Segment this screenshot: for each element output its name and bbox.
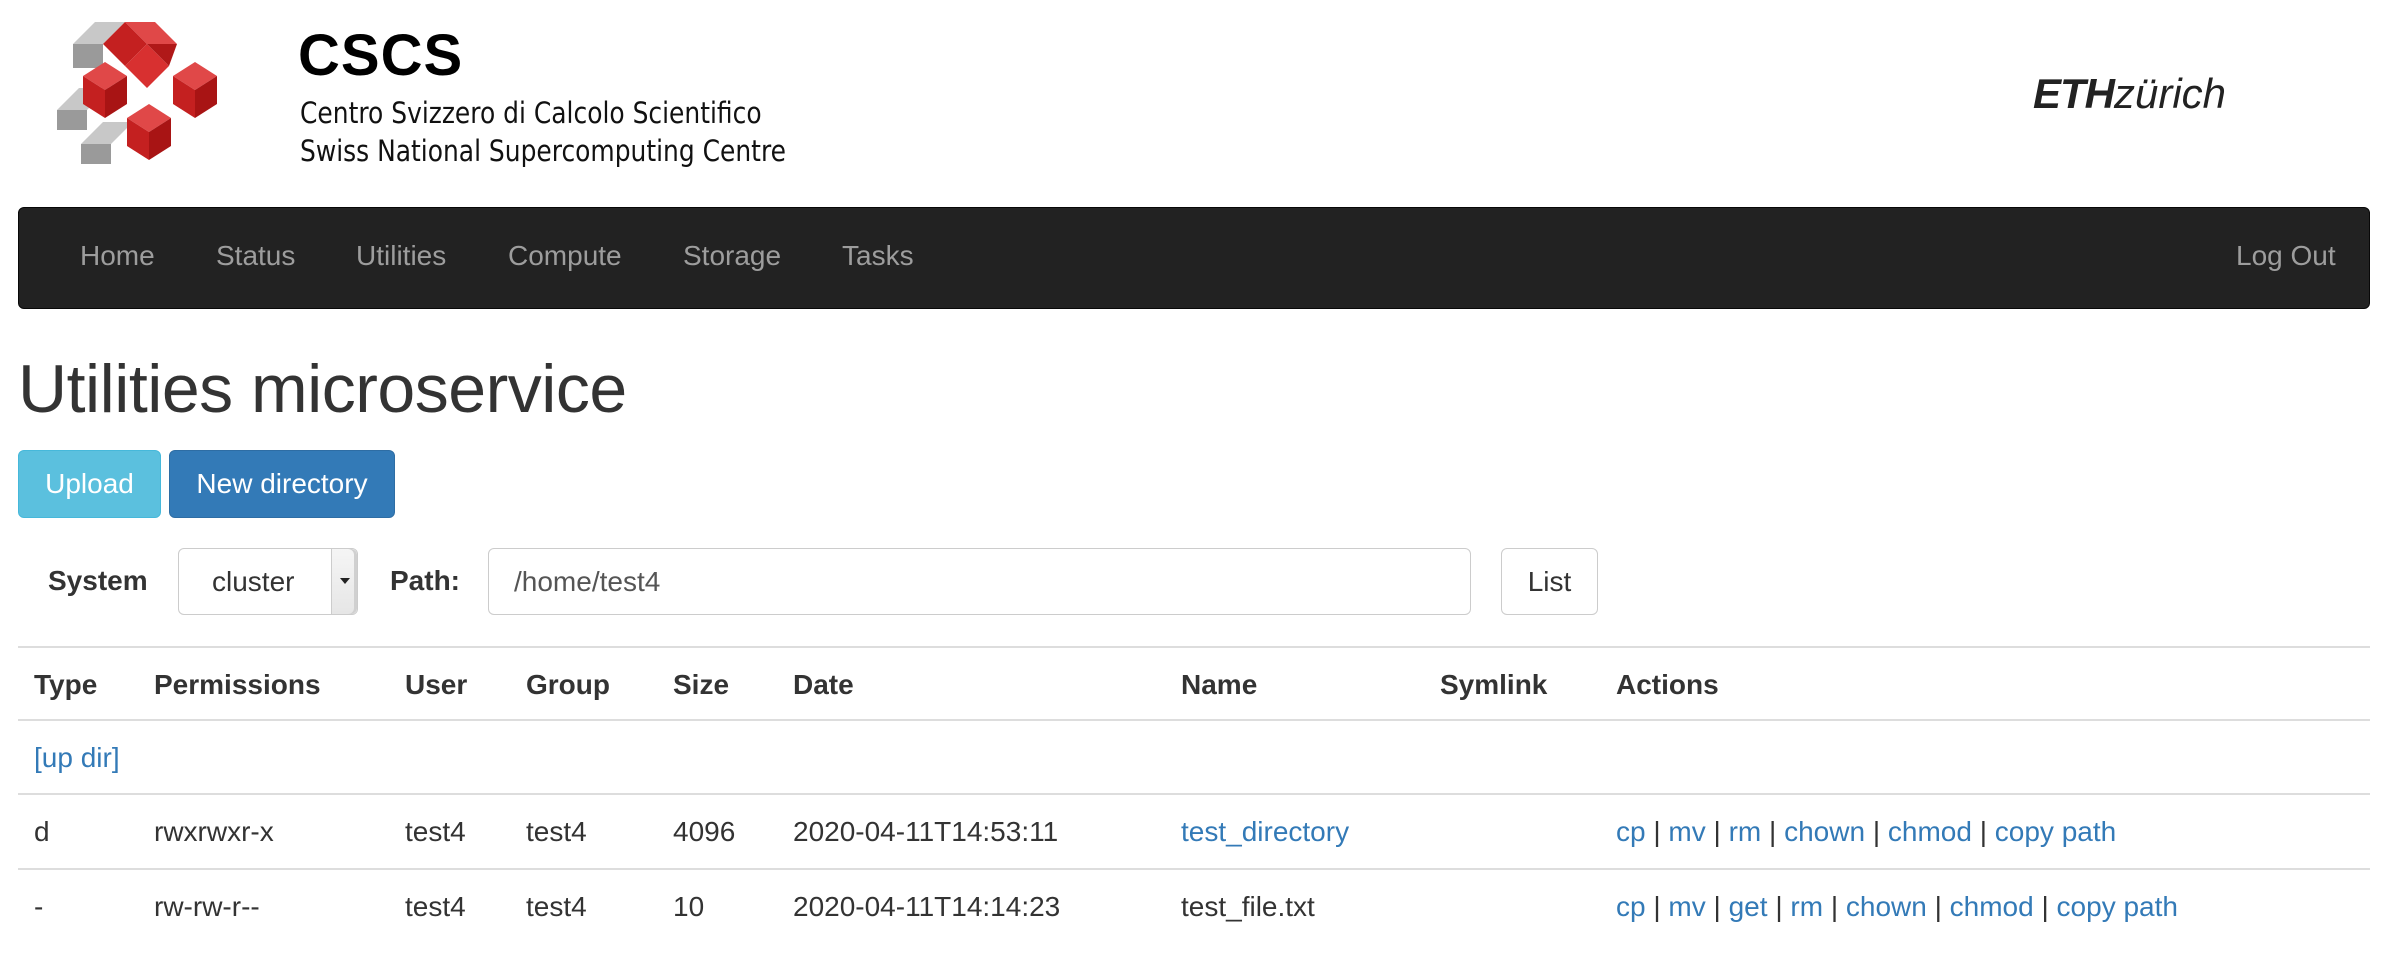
directory-link[interactable]: test_directory <box>1181 816 1349 848</box>
main-navbar: Home Status Utilities Compute Storage Ta… <box>18 207 2370 309</box>
cell-group: test4 <box>526 891 587 922</box>
cell-size: 10 <box>673 891 705 922</box>
cell-permissions: rwxrwxr-x <box>154 816 274 847</box>
nav-compute[interactable]: Compute <box>508 240 622 272</box>
cell-date: 2020-04-11T14:14:23 <box>793 891 1061 922</box>
action-separator: | <box>2041 891 2049 922</box>
cell-type: d <box>34 816 50 847</box>
cscs-logo-icon <box>57 22 217 164</box>
col-header-name: Name <box>1181 669 1258 700</box>
action-separator: | <box>1830 891 1839 922</box>
system-select-value: cluster <box>212 566 295 597</box>
action-separator: | <box>1653 891 1661 922</box>
action-separator: | <box>1713 891 1721 922</box>
action-chmod[interactable]: chmod <box>1950 891 2034 922</box>
cell-group: test4 <box>526 816 587 847</box>
upload-button[interactable]: Upload <box>18 450 161 518</box>
cell-actions: cp | mv | rm | chown | chmod | copy path <box>1616 816 2116 848</box>
action-separator: | <box>1872 816 1881 847</box>
path-label: Path: <box>390 565 460 596</box>
path-input[interactable] <box>488 548 1471 615</box>
col-header-size: Size <box>673 669 730 700</box>
action-cp[interactable]: cp <box>1616 816 1646 847</box>
cell-user: test4 <box>405 816 466 847</box>
col-header-permissions: Permissions <box>154 669 321 700</box>
action-chmod[interactable]: chmod <box>1888 816 1972 847</box>
chevron-down-icon[interactable] <box>331 549 357 614</box>
nav-home[interactable]: Home <box>80 240 155 272</box>
col-header-date: Date <box>793 669 854 700</box>
col-header-type: Type <box>34 669 98 700</box>
nav-logout[interactable]: Log Out <box>2236 240 2336 272</box>
action-cp[interactable]: cp <box>1616 891 1646 922</box>
page: CSCS Centro Svizzero di Calcolo Scientif… <box>0 0 2382 964</box>
action-chown[interactable]: chown <box>1784 816 1865 847</box>
cell-permissions: rw-rw-r-- <box>154 891 260 922</box>
col-header-user: User <box>405 669 468 700</box>
nav-status[interactable]: Status <box>216 240 295 272</box>
eth-zurich-logo: ETHzürich <box>2033 70 2226 118</box>
page-title: Utilities microservice <box>18 351 627 427</box>
cell-user: test4 <box>405 891 466 922</box>
action-rm[interactable]: rm <box>1729 816 1762 847</box>
action-copy-path[interactable]: copy path <box>2057 891 2178 922</box>
new-directory-button[interactable]: New directory <box>169 450 395 518</box>
action-get[interactable]: get <box>1729 891 1768 922</box>
table-header-border <box>18 719 2370 721</box>
action-separator: | <box>1653 816 1661 847</box>
cell-actions: cp | mv | get | rm | chown | chmod | cop… <box>1616 891 2178 923</box>
action-separator: | <box>1713 816 1721 847</box>
action-separator: | <box>1769 816 1777 847</box>
action-separator: | <box>1979 816 1987 847</box>
eth-logo-bold: ETH <box>2033 70 2115 117</box>
system-label: System <box>48 565 148 596</box>
list-button[interactable]: List <box>1501 548 1598 615</box>
action-mv[interactable]: mv <box>1668 891 1705 922</box>
col-header-group: Group <box>526 669 610 700</box>
action-copy-path[interactable]: copy path <box>1995 816 2116 847</box>
org-name-italian: Centro Svizzero di Calcolo Scientifico <box>300 96 762 130</box>
cell-type: - <box>34 891 44 922</box>
action-chown[interactable]: chown <box>1846 891 1927 922</box>
org-short-name: CSCS <box>298 23 464 88</box>
eth-logo-zurich: zürich <box>2114 70 2227 117</box>
org-name-english: Swiss National Supercomputing Centre <box>300 134 787 168</box>
table-top-border <box>18 646 2370 648</box>
action-separator: | <box>1775 891 1783 922</box>
cell-size: 4096 <box>673 816 736 847</box>
col-header-actions: Actions <box>1616 669 1719 700</box>
nav-storage[interactable]: Storage <box>683 240 781 272</box>
nav-utilities[interactable]: Utilities <box>356 240 446 272</box>
action-separator: | <box>1934 891 1942 922</box>
cell-name: test_file.txt <box>1181 891 1315 922</box>
site-header: CSCS Centro Svizzero di Calcolo Scientif… <box>0 0 2382 200</box>
up-dir-link[interactable]: [up dir] <box>34 742 120 774</box>
table-row-border <box>18 793 2370 795</box>
table-row-border <box>18 868 2370 870</box>
action-rm[interactable]: rm <box>1790 891 1823 922</box>
system-select[interactable]: cluster <box>178 548 358 615</box>
action-mv[interactable]: mv <box>1668 816 1705 847</box>
nav-tasks[interactable]: Tasks <box>842 240 914 272</box>
col-header-symlink: Symlink <box>1440 669 1548 700</box>
cell-date: 2020-04-11T14:53:11 <box>793 816 1059 847</box>
